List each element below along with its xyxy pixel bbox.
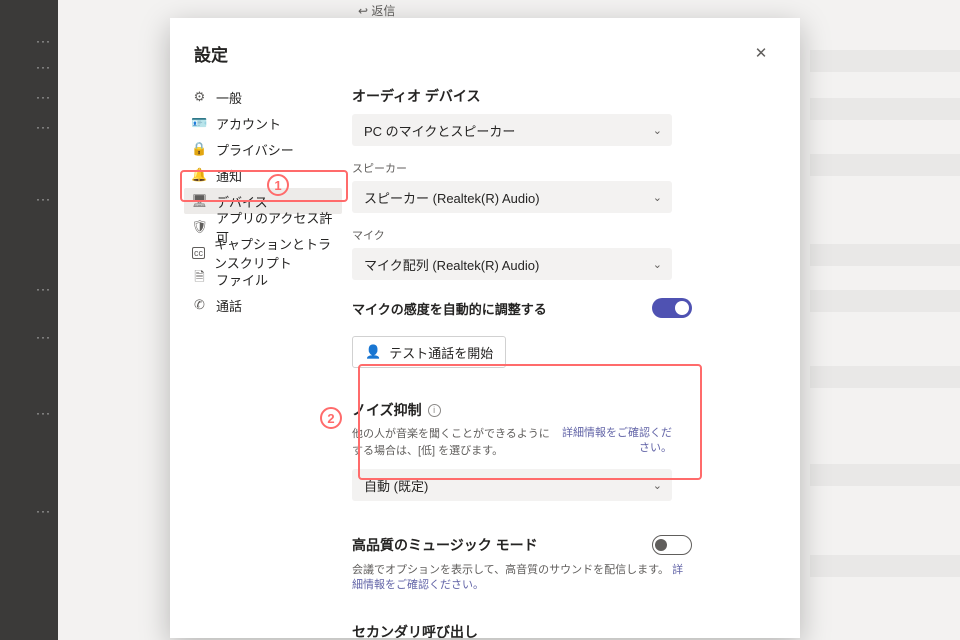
- speaker-dropdown[interactable]: スピーカー (Realtek(R) Audio) ⌄: [352, 181, 672, 213]
- close-icon: ✕: [755, 44, 768, 62]
- auto-adjust-label: マイクの感度を自動的に調整する: [352, 299, 547, 318]
- speaker-value: スピーカー (Realtek(R) Audio): [364, 188, 540, 207]
- reply-hint: ↩ 返信: [358, 2, 395, 19]
- secondary-ringer-heading: セカンダリ呼び出し: [352, 622, 776, 638]
- chevron-down-icon: ⌄: [653, 124, 662, 137]
- audio-device-value: PC のマイクとスピーカー: [364, 121, 515, 140]
- modal-title: 設定: [194, 41, 228, 66]
- noise-suppression-value: 自動 (既定): [364, 476, 428, 495]
- sidebar-item-label: 一般: [216, 88, 242, 107]
- video-person-icon: 👤: [365, 344, 381, 360]
- toggle-knob: [675, 301, 689, 315]
- settings-content: オーディオ デバイス PC のマイクとスピーカー ⌄ スピーカー スピーカー (…: [342, 82, 800, 638]
- close-button[interactable]: ✕: [746, 38, 776, 68]
- sidebar-item-label: プライバシー: [216, 140, 294, 159]
- devices-icon: 🖥: [192, 193, 207, 209]
- info-icon[interactable]: i: [428, 404, 441, 417]
- hq-music-toggle[interactable]: [652, 535, 692, 555]
- mic-label: マイク: [352, 227, 776, 243]
- audio-devices-heading: オーディオ デバイス: [352, 86, 776, 106]
- sidebar-item-label: アカウント: [216, 114, 281, 133]
- notifications-icon: 🔔: [192, 167, 207, 183]
- noise-suppression-dropdown[interactable]: 自動 (既定) ⌄: [352, 469, 672, 501]
- toggle-knob: [655, 539, 667, 551]
- mic-value: マイク配列 (Realtek(R) Audio): [364, 255, 539, 274]
- noise-more-info-link[interactable]: 詳細情報をご確認ください。: [557, 426, 672, 457]
- sidebar-item-label: キャプションとトランスクリプト: [214, 234, 334, 272]
- hq-music-heading: 高品質のミュージック モード: [352, 535, 538, 555]
- app-permissions-icon: 🛡: [192, 219, 207, 235]
- rail-dots: ···: [36, 34, 51, 48]
- settings-modal: 設定 ✕ ⚙一般🪪アカウント🔒プライバシー🔔通知🖥デバイス🛡アプリのアクセス許可…: [170, 18, 800, 638]
- settings-sidebar: ⚙一般🪪アカウント🔒プライバシー🔔通知🖥デバイス🛡アプリのアクセス許可ccキャプ…: [170, 82, 342, 638]
- sidebar-item-label: 通知: [216, 166, 242, 185]
- auto-adjust-toggle[interactable]: [652, 298, 692, 318]
- chevron-down-icon: ⌄: [653, 479, 662, 492]
- chevron-down-icon: ⌄: [653, 191, 662, 204]
- sidebar-item-label: 通話: [216, 296, 242, 315]
- calls-icon: ✆: [192, 297, 207, 313]
- files-icon: 🗎: [192, 268, 207, 290]
- test-call-button[interactable]: 👤 テスト通話を開始: [352, 336, 506, 368]
- sidebar-item-general[interactable]: ⚙ 一般: [184, 84, 342, 110]
- sidebar-item-privacy[interactable]: 🔒 プライバシー: [184, 136, 342, 162]
- sidebar-item-account[interactable]: 🪪 アカウント: [184, 110, 342, 136]
- account-icon: 🪪: [192, 115, 207, 131]
- sidebar-item-label: ファイル: [216, 270, 268, 289]
- audio-device-dropdown[interactable]: PC のマイクとスピーカー ⌄: [352, 114, 672, 146]
- general-icon: ⚙: [192, 89, 207, 105]
- speaker-label: スピーカー: [352, 160, 776, 176]
- hq-music-desc: 会議でオプションを表示して、高音質のサウンドを配信します。 詳細情報をご確認くだ…: [352, 561, 692, 594]
- privacy-icon: 🔒: [192, 141, 207, 157]
- sidebar-item-captions[interactable]: ccキャプションとトランスクリプト: [184, 240, 342, 266]
- app-rail-bg: ··· ··· ··· ··· ··· ··· ··· ··· ···: [0, 0, 58, 640]
- noise-suppression-heading: ノイズ抑制: [352, 400, 422, 420]
- sidebar-item-calls[interactable]: ✆ 通話: [184, 292, 342, 318]
- chevron-down-icon: ⌄: [653, 258, 662, 271]
- sidebar-item-notifications[interactable]: 🔔 通知: [184, 162, 342, 188]
- test-call-label: テスト通話を開始: [389, 343, 493, 362]
- noise-suppression-desc: 他の人が音楽を聞くことができるようにする場合は、[低] を選びます。: [352, 426, 557, 459]
- captions-icon: cc: [192, 247, 205, 259]
- mic-dropdown[interactable]: マイク配列 (Realtek(R) Audio) ⌄: [352, 248, 672, 280]
